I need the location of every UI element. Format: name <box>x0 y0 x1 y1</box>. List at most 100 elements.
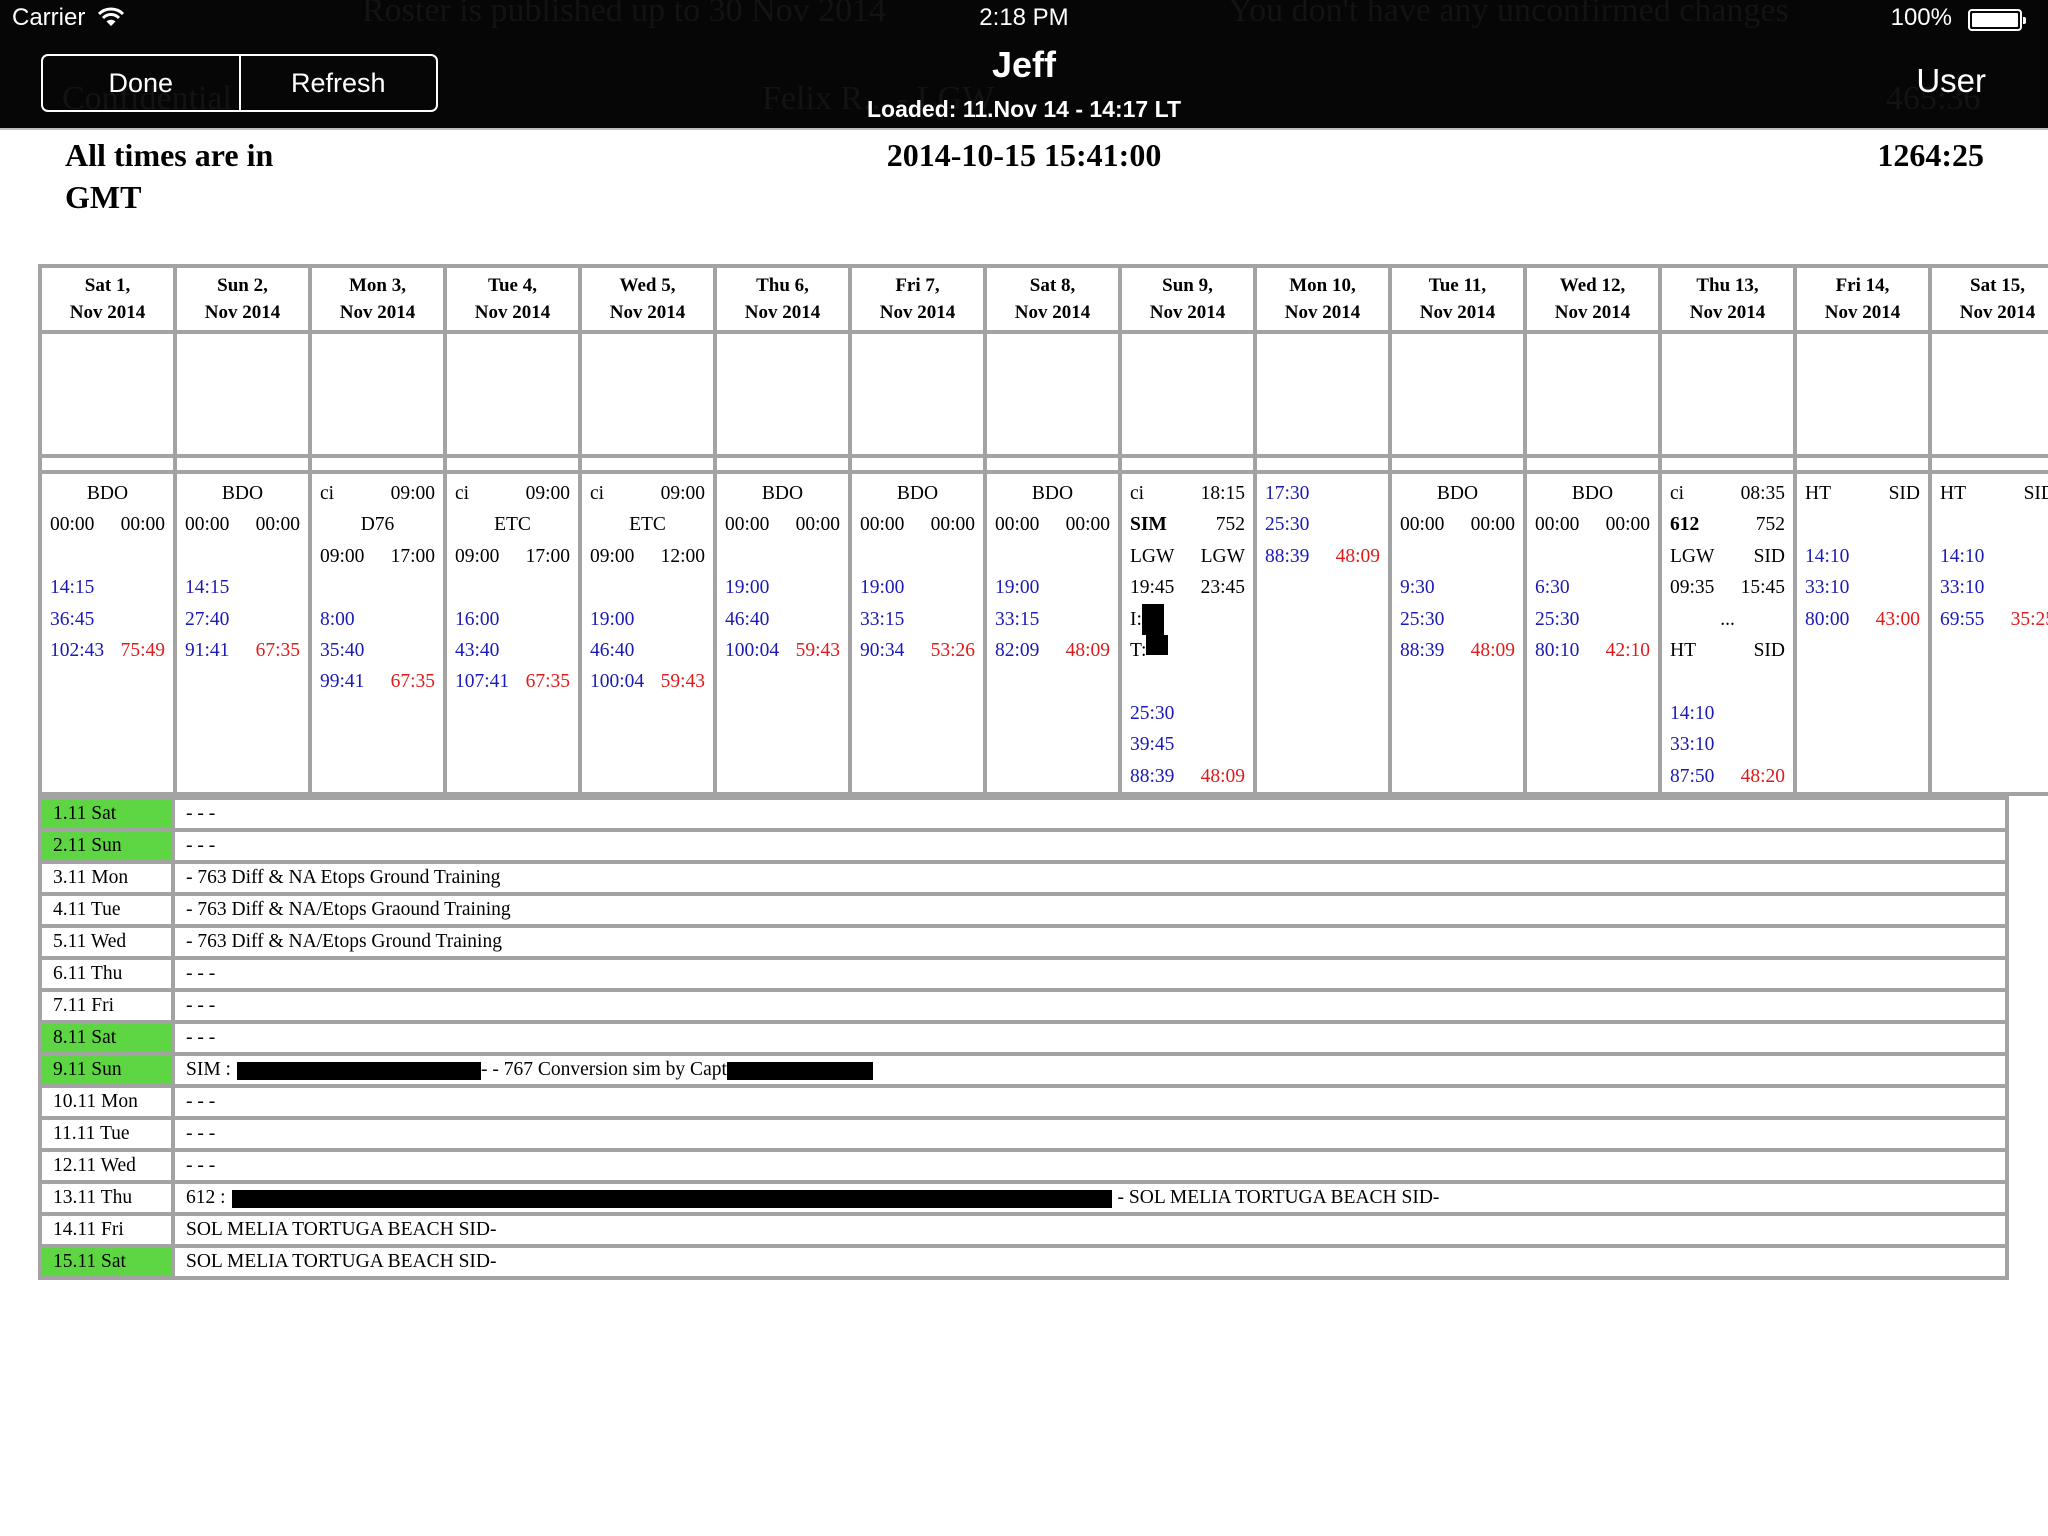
duty-line: 19:45 23:45 <box>1130 572 1245 603</box>
duty-value-left: 14:10 <box>1670 702 1715 724</box>
duty-line: 00:00 00:00 <box>1535 509 1650 540</box>
duty-line: 09:00 17:00 <box>320 541 435 572</box>
total-hours: 1264:25 <box>1877 137 1984 173</box>
duty-value-right: 42:10 <box>1605 639 1650 661</box>
duty-cell[interactable]: ci 09:00 D76 09:00 17:00 8:00 35:40 99:41 67:35 <box>308 470 447 796</box>
day-header: Fri 14, Nov 2014 <box>1793 264 1932 334</box>
duty-value-right: 09:00 <box>660 483 705 504</box>
list-item[interactable]: 8.11 Sat - - - <box>38 1020 2009 1056</box>
empty-cell <box>443 330 582 458</box>
navigation-bar: Roster is published up to 30 Nov 2014 Yo… <box>0 0 2048 130</box>
duty-value-left: 107:41 <box>455 671 510 693</box>
duty-line: ci 09:00 <box>455 478 570 509</box>
duty-line: 17:30 <box>1265 478 1380 509</box>
redacted-block <box>1141 603 1164 635</box>
list-date: 4.11 Tue <box>38 892 175 928</box>
list-item[interactable]: 12.11 Wed - - - <box>38 1148 2009 1184</box>
duty-cell[interactable]: 17:30 25:30 88:39 48:09 <box>1253 470 1392 796</box>
list-item[interactable]: 4.11 Tue - 763 Diff & NA/Etops Graound Tr… <box>38 892 2009 928</box>
duty-code: ETC <box>629 514 666 536</box>
duty-cell[interactable]: ci 09:00 ETC 09:00 17:00 16:00 43:40 107:41 67:3… <box>443 470 582 796</box>
duty-line: 25:30 <box>1265 509 1380 540</box>
duty-value-right: 48:09 <box>1335 545 1380 567</box>
crew-label: T: <box>1130 639 1147 661</box>
duty-cell[interactable]: BDO 00:00 00:00 19:00 33:15 82:09 48:09 <box>983 470 1122 796</box>
list-item[interactable]: 5.11 Wed - 763 Diff & NA/Etops Ground Tra… <box>38 924 2009 960</box>
empty-cell <box>308 330 447 458</box>
duty-cell[interactable]: ci 08:35 612 752 LGW SID 09:35 15:45... HT SID 14:… <box>1658 470 1797 796</box>
duty-line: 09:00 17:00 <box>455 541 570 572</box>
day-header-row: Sat 1, Nov 2014 Sun 2, Nov 2014 Mon 3, Nov 20… <box>38 264 2048 334</box>
duty-value-left: 36:45 <box>50 608 95 630</box>
day-header: Sat 15, Nov 2014 <box>1928 264 2048 334</box>
duty-cell[interactable]: ci 09:00 ETC 09:00 12:00 19:00 46:40 100:04 59:4… <box>578 470 717 796</box>
duty-line: BDO <box>860 478 975 509</box>
duty-cell[interactable]: BDO 00:00 00:00 6:30 25:30 80:10 42:10 <box>1523 470 1662 796</box>
redacted-block <box>231 1189 1112 1208</box>
duty-value-left: 82:09 <box>995 639 1040 661</box>
duty-value-left: 39:45 <box>1130 734 1175 756</box>
duty-line: ... <box>1670 604 1785 635</box>
duty-line: 87:50 48:20 <box>1670 761 1785 792</box>
battery-icon <box>1968 9 2026 31</box>
list-date: 9.11 Sun <box>38 1052 175 1088</box>
duty-cell[interactable]: ci 18:15 SIM 752 LGW LGW 19:45 23:45 I: T: 25:30… <box>1118 470 1257 796</box>
day-header: Tue 11, Nov 2014 <box>1388 264 1527 334</box>
empty-cell <box>1388 454 1527 474</box>
redacted-block <box>726 1061 873 1080</box>
duty-value-left: 00:00 <box>185 514 230 536</box>
day-header-month: Nov 2014 <box>339 302 416 323</box>
duty-line: T: <box>1130 634 1245 666</box>
duty-cell[interactable]: HT SID 14:10 33:10 80:00 43:00 <box>1793 470 1932 796</box>
list-item[interactable]: 3.11 Mon - 763 Diff & NA Etops Ground Tra… <box>38 860 2009 896</box>
duty-cell[interactable]: HT SID 14:10 33:10 69:55 35:25 <box>1928 470 2048 796</box>
duty-cell[interactable]: BDO 00:00 00:00 9:30 25:30 88:39 48:09 <box>1388 470 1527 796</box>
list-item[interactable]: 2.11 Sun - - - <box>38 828 2009 864</box>
duty-value-left: 16:00 <box>455 608 500 630</box>
duty-value-right: 48:09 <box>1470 639 1515 661</box>
list-item[interactable]: 10.11 Mon - - - <box>38 1084 2009 1120</box>
redacted-block <box>1146 634 1169 655</box>
day-header-month: Nov 2014 <box>1419 302 1496 323</box>
duty-line: 00:00 00:00 <box>185 509 300 540</box>
empty-cell <box>1793 454 1932 474</box>
empty-cell <box>848 330 987 458</box>
day-header-weekday: Mon 3, <box>349 275 406 296</box>
list-text: SIM : - - 767 Conversion sim by Capt <box>171 1052 2009 1088</box>
duty-value-right: 59:43 <box>795 639 840 661</box>
duty-value-left: 612 <box>1670 514 1700 536</box>
crew-label: I: <box>1130 608 1142 630</box>
duty-cell[interactable]: BDO 00:00 00:00 19:00 46:40 100:04 59:43 <box>713 470 852 796</box>
duty-value-left: 91:41 <box>185 639 230 661</box>
duty-cell[interactable]: BDO 00:00 00:00 19:00 33:15 90:34 53:26 <box>848 470 987 796</box>
duty-cell[interactable]: BDO 00:00 00:00 14:15 36:45 102:43 75:49 <box>38 470 177 796</box>
duty-cell[interactable]: BDO 00:00 00:00 14:15 27:40 91:41 67:35 <box>173 470 312 796</box>
list-item[interactable]: 6.11 Thu - - - <box>38 956 2009 992</box>
list-item[interactable]: 11.11 Tue - - - <box>38 1116 2009 1152</box>
list-item[interactable]: 7.11 Fri - - - <box>38 988 2009 1024</box>
list-date: 8.11 Sat <box>38 1020 175 1056</box>
duty-line: 33:15 <box>860 604 975 635</box>
list-item[interactable]: 14.11 Fri SOL MELIA TORTUGA BEACH SID- <box>38 1212 2009 1248</box>
list-item[interactable]: 1.11 Sat - - - <box>38 796 2009 832</box>
duty-value-left: LGW <box>1670 545 1715 567</box>
user-button[interactable]: User <box>1916 62 1986 100</box>
list-description: - - 767 Conversion sim by Capt <box>480 1059 727 1080</box>
duty-line: LGW LGW <box>1130 541 1245 572</box>
list-item[interactable]: 9.11 Sun SIM : - - 767 Conversion sim by C… <box>38 1052 2009 1088</box>
duty-line: 25:30 <box>1130 698 1245 729</box>
duty-code: BDO <box>1031 483 1074 504</box>
duty-line: 09:35 15:45 <box>1670 572 1785 603</box>
duty-line: 8:00 <box>320 604 435 635</box>
duty-line: 14:15 <box>185 572 300 603</box>
list-item[interactable]: 13.11 Thu 612 : - SOL MELIA TORTUGA BEACH … <box>38 1180 2009 1216</box>
day-header: Sun 9, Nov 2014 <box>1118 264 1257 334</box>
duty-value-right: 00:00 <box>1065 514 1110 536</box>
report-datetime: 2014-10-15 15:41:00 <box>886 137 1162 173</box>
duty-value-left: 87:50 <box>1670 765 1715 787</box>
duty-value-right: 59:43 <box>660 671 705 693</box>
list-item[interactable]: 15.11 Sat SOL MELIA TORTUGA BEACH SID- <box>38 1244 2009 1280</box>
list-text: - - - <box>171 1148 2009 1184</box>
